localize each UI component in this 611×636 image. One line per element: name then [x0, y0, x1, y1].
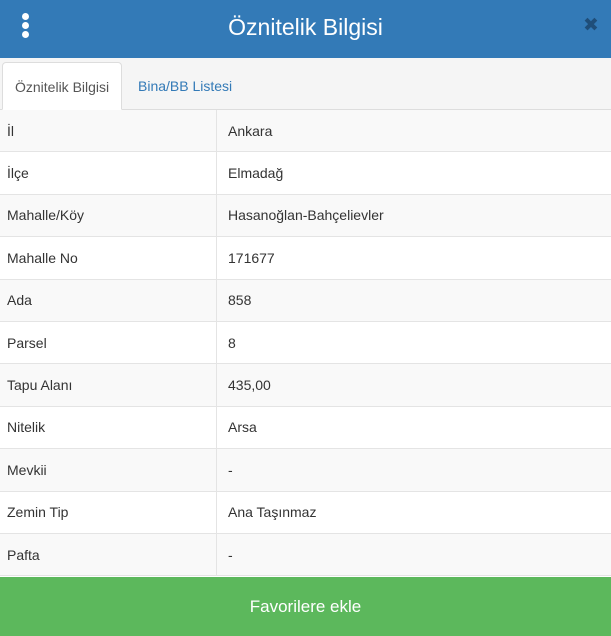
attribute-key: Mahalle/Köy: [0, 194, 217, 237]
attribute-value: Elmadağ: [228, 165, 284, 182]
panel-title: Öznitelik Bilgisi: [228, 14, 383, 40]
table-row: Mevkii -: [0, 449, 611, 492]
attribute-key: İlçe: [0, 152, 217, 194]
attribute-key: Pafta: [0, 533, 217, 576]
attribute-value: -: [228, 461, 233, 478]
attribute-value: Ana Taşınmaz: [228, 504, 317, 521]
attribute-key: Mevkii: [0, 449, 217, 491]
attribute-value: Ankara: [228, 122, 273, 139]
attribute-key: Ada: [0, 279, 217, 321]
panel-header: Öznitelik Bilgisi ✖: [0, 0, 611, 58]
attribute-key: Zemin Tip: [0, 491, 217, 533]
attribute-value: 171677: [228, 249, 275, 266]
attribute-key: İl: [0, 110, 217, 152]
table-row: İl Ankara: [0, 110, 611, 153]
attribute-value: 858: [228, 292, 252, 309]
attribute-table: İl Ankara İlçe Elmadağ Mahalle/Köy Hasan…: [0, 110, 611, 577]
table-row: Mahalle No 171677: [0, 237, 611, 280]
table-row: Parsel 8: [0, 321, 611, 365]
attribute-key: Nitelik: [0, 406, 217, 449]
attribute-value: Arsa: [228, 419, 257, 436]
attribute-info-panel: Öznitelik Bilgisi ✖ Öznitelik Bilgisi Bi…: [0, 0, 611, 636]
attribute-value: -: [228, 546, 233, 563]
attribute-value: 435,00: [228, 377, 271, 394]
attribute-value: 8: [228, 334, 236, 351]
attribute-key: Parsel: [0, 321, 217, 364]
table-row: Mahalle/Köy Hasanoğlan-Bahçelievler: [0, 194, 611, 238]
tab-building-list[interactable]: Bina/BB Listesi: [126, 62, 244, 110]
table-row: Tapu Alanı 435,00: [0, 364, 611, 407]
table-row: Nitelik Arsa: [0, 406, 611, 450]
tab-attribute-info[interactable]: Öznitelik Bilgisi: [2, 62, 123, 110]
table-row: Zemin Tip Ana Taşınmaz: [0, 491, 611, 534]
attribute-key: Mahalle No: [0, 237, 217, 279]
close-icon[interactable]: ✖: [581, 16, 601, 36]
table-row: Ada 858: [0, 279, 611, 322]
attribute-key: Tapu Alanı: [0, 364, 217, 406]
add-to-favorites-button[interactable]: Favorilere ekle: [0, 577, 611, 636]
table-row: İlçe Elmadağ: [0, 152, 611, 195]
attribute-value: Hasanoğlan-Bahçelievler: [228, 207, 384, 224]
tab-bar: Öznitelik Bilgisi Bina/BB Listesi: [0, 58, 611, 110]
table-row: Pafta -: [0, 533, 611, 577]
